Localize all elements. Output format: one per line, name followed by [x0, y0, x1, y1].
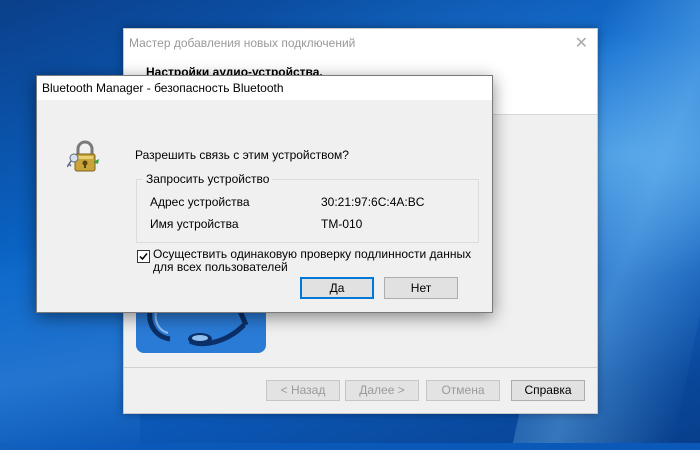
same-auth-checkbox[interactable]	[137, 250, 150, 263]
back-button[interactable]: < Назад	[266, 380, 340, 401]
help-button[interactable]: Справка	[511, 380, 585, 401]
wizard-footer-divider	[124, 367, 597, 368]
headset-icon	[147, 311, 249, 347]
device-name-value: TM-010	[321, 217, 363, 231]
padlock-key-icon	[66, 140, 103, 176]
next-button[interactable]: Далее >	[345, 380, 419, 401]
headset-illustration	[136, 311, 266, 353]
checkmark-icon	[139, 253, 148, 261]
cancel-button[interactable]: Отмена	[426, 380, 500, 401]
group-title: Запросить устройство	[143, 172, 273, 186]
close-icon[interactable]: ✕	[575, 33, 588, 53]
bluetooth-security-dialog: Bluetooth Manager - безопасность Bluetoo…	[36, 75, 493, 313]
device-name-label: Имя устройства	[150, 217, 239, 231]
no-button[interactable]: Нет	[384, 277, 458, 299]
same-auth-checkbox-label[interactable]: Осуществить одинаковую проверку подлинно…	[153, 248, 483, 274]
wizard-titlebar[interactable]: Мастер добавления новых подключений ✕	[124, 29, 597, 58]
wizard-title: Мастер добавления новых подключений	[129, 36, 356, 50]
dialog-title: Bluetooth Manager - безопасность Bluetoo…	[42, 81, 284, 95]
dialog-titlebar[interactable]: Bluetooth Manager - безопасность Bluetoo…	[37, 76, 492, 100]
yes-button[interactable]: Да	[300, 277, 374, 299]
device-address-label: Адрес устройства	[150, 195, 250, 209]
device-request-group: Запросить устройство Адрес устройства 30…	[136, 172, 479, 243]
device-address-value: 30:21:97:6C:4A:BC	[321, 195, 425, 209]
dialog-prompt: Разрешить связь с этим устройством?	[135, 148, 349, 162]
